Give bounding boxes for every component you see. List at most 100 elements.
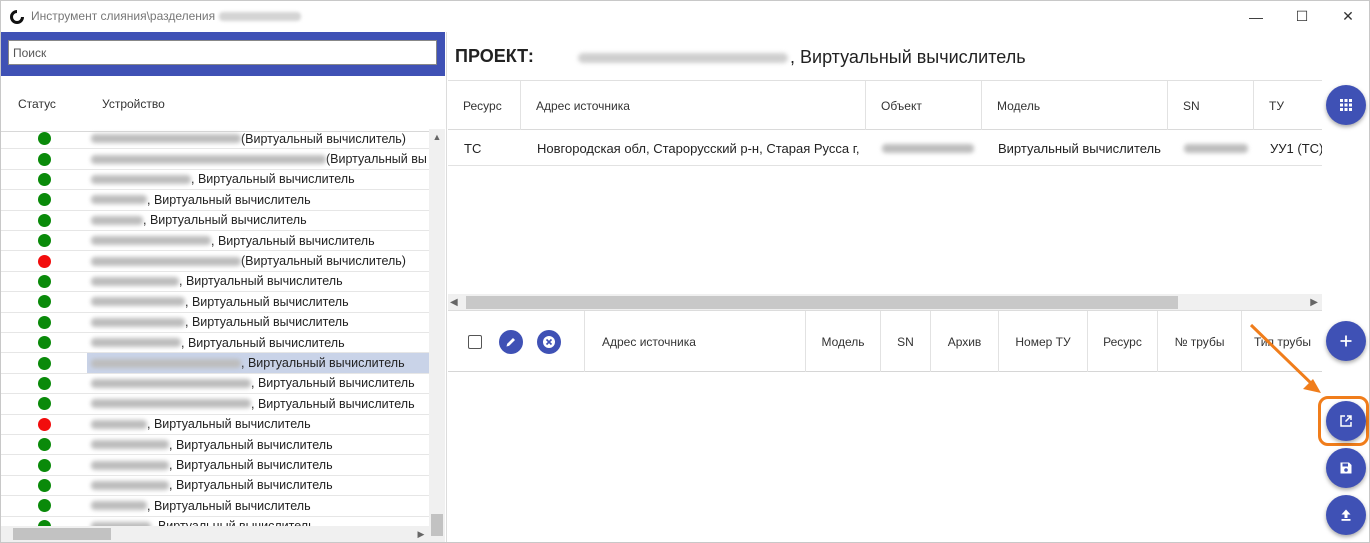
header-model[interactable]: Модель: [806, 311, 881, 372]
scrollbar-thumb[interactable]: [431, 514, 443, 536]
open-external-icon: [1340, 415, 1352, 427]
list-item[interactable]: , Виртуальный вычислитель: [1, 353, 429, 374]
status-cell: [1, 455, 86, 474]
device-cell: , Виртуальный вычислитель: [87, 496, 429, 515]
scroll-up-icon[interactable]: ▲: [429, 129, 445, 145]
status-indicator-icon: [37, 295, 51, 309]
table-row[interactable]: ТС Новгородская обл, Старорусский р-н, С…: [448, 130, 1322, 166]
status-cell: [1, 435, 86, 454]
device-name: , Виртуальный вычислитель: [147, 192, 311, 207]
list-item[interactable]: , Виртуальный вычислитель: [1, 496, 429, 517]
status-cell: [1, 496, 86, 515]
header-pipe-number[interactable]: № трубы: [1158, 311, 1242, 372]
scroll-down-icon[interactable]: ▼: [429, 539, 445, 542]
minimize-button[interactable]: —: [1233, 1, 1279, 32]
status-cell: [1, 272, 86, 291]
device-name: , Виртуальный вычислитель: [169, 437, 333, 452]
device-name-redacted: [91, 215, 143, 225]
header-resource[interactable]: Ресурс: [448, 81, 521, 130]
app-logo-icon: [10, 10, 24, 24]
list-item[interactable]: (Виртуальный вычислитель): [1, 129, 429, 150]
close-window-button[interactable]: ✕: [1325, 1, 1369, 32]
device-panel: Статус Устройство (Виртуальный вычислите…: [1, 32, 447, 542]
header-tu-number[interactable]: Номер ТУ: [999, 311, 1088, 372]
device-name: (Виртуальный вычислитель): [241, 254, 406, 269]
list-item[interactable]: , Виртуальный вычислитель: [1, 374, 429, 395]
status-cell: [1, 415, 86, 434]
upload-button[interactable]: [1326, 495, 1366, 535]
status-indicator-icon: [37, 356, 51, 370]
edit-button[interactable]: [499, 330, 523, 354]
status-cell: [1, 374, 86, 393]
list-item[interactable]: , Виртуальный вычислитель: [1, 415, 429, 435]
status-indicator-icon: [37, 458, 51, 472]
device-cell: , Виртуальный вычислитель: [87, 455, 429, 474]
save-icon: [1340, 462, 1352, 474]
header-source-address[interactable]: Адрес источника: [585, 311, 806, 372]
status-indicator-icon: [37, 274, 51, 288]
maximize-button[interactable]: ☐: [1279, 1, 1325, 32]
device-name-redacted: [91, 317, 185, 327]
scrollbar-thumb[interactable]: [466, 296, 1178, 309]
header-source-address[interactable]: Адрес источника: [521, 81, 866, 130]
close-circle-icon: [543, 336, 555, 348]
header-sn[interactable]: SN: [881, 311, 931, 372]
header-sn[interactable]: SN: [1168, 81, 1254, 130]
device-name: (Виртуальный вычислитель): [241, 131, 406, 146]
status-cell: [1, 129, 86, 148]
status-indicator-icon: [37, 376, 51, 390]
device-cell: , Виртуальный вычислитель: [87, 170, 429, 189]
list-item[interactable]: , Виртуальный вычислитель: [1, 272, 429, 293]
status-cell: [1, 231, 86, 250]
list-item[interactable]: , Виртуальный вычислитель: [1, 190, 429, 211]
source-table-horizontal-scrollbar[interactable]: ◀ ▶: [448, 294, 1322, 311]
scroll-right-icon[interactable]: ▶: [413, 526, 429, 542]
list-item[interactable]: (Виртуальный вычислитель): [1, 251, 429, 272]
list-item[interactable]: , Виртуальный вычислитель: [1, 231, 429, 252]
device-cell: , Виртуальный вычислитель: [87, 211, 429, 230]
annotation-arrow-icon: [1249, 323, 1321, 393]
list-item[interactable]: , Виртуальный вычислитель: [1, 455, 429, 476]
search-input[interactable]: [8, 40, 437, 65]
status-indicator-icon: [37, 132, 51, 146]
list-item[interactable]: , Виртуальный вычислитель: [1, 517, 429, 526]
device-cell: , Виртуальный вычислитель: [87, 374, 429, 393]
object-redacted: [882, 143, 974, 153]
list-item[interactable]: , Виртуальный вычислитель: [1, 313, 429, 333]
scroll-right-icon[interactable]: ▶: [1310, 294, 1318, 311]
device-name-redacted: [91, 154, 326, 164]
open-button[interactable]: [1326, 401, 1366, 441]
header-resource[interactable]: Ресурс: [1088, 311, 1158, 372]
device-cell: , Виртуальный вычислитель: [87, 313, 429, 332]
list-item[interactable]: , Виртуальный вычислитель: [1, 211, 429, 231]
device-cell: (Виртуальный вычислитель): [87, 129, 429, 148]
device-name-redacted: [91, 501, 147, 511]
status-indicator-icon: [37, 193, 51, 207]
list-item[interactable]: , Виртуальный вычислитель: [1, 292, 429, 313]
list-item[interactable]: , Виртуальный вычислитель: [1, 476, 429, 497]
device-list-horizontal-scrollbar[interactable]: ▶: [1, 526, 429, 542]
list-item[interactable]: (Виртуальный вы: [1, 149, 429, 170]
device-list-vertical-scrollbar[interactable]: ▲ ▼: [429, 129, 445, 542]
status-column-header[interactable]: Статус: [18, 97, 56, 111]
columns-grid-button[interactable]: [1326, 85, 1366, 125]
app-window: Инструмент слияния\разделения — ☐ ✕ Стат…: [0, 0, 1370, 543]
scrollbar-thumb[interactable]: [13, 528, 111, 540]
device-column-header[interactable]: Устройство: [102, 97, 165, 111]
remove-button[interactable]: [537, 330, 561, 354]
header-tu[interactable]: ТУ: [1254, 81, 1322, 130]
add-button[interactable]: [1326, 321, 1366, 361]
list-item[interactable]: , Виртуальный вычислитель: [1, 394, 429, 415]
status-cell: [1, 394, 86, 413]
device-list: (Виртуальный вычислитель) (Виртуальный вы…: [1, 129, 429, 526]
header-object[interactable]: Объект: [866, 81, 982, 130]
plus-icon: [1340, 335, 1352, 347]
select-all-checkbox[interactable]: [468, 335, 482, 349]
list-item[interactable]: , Виртуальный вычислитель: [1, 333, 429, 354]
list-item[interactable]: , Виртуальный вычислитель: [1, 170, 429, 191]
list-item[interactable]: , Виртуальный вычислитель: [1, 435, 429, 456]
scroll-left-icon[interactable]: ◀: [450, 294, 458, 311]
header-archive[interactable]: Архив: [931, 311, 999, 372]
save-button[interactable]: [1326, 448, 1366, 488]
header-model[interactable]: Модель: [982, 81, 1168, 130]
